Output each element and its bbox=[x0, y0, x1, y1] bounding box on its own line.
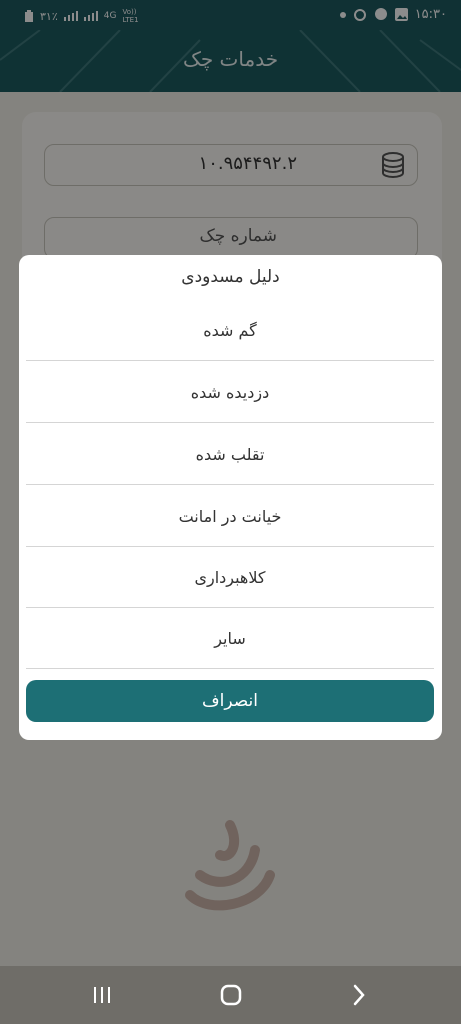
option-other[interactable]: سایر bbox=[26, 608, 434, 669]
option-breach-of-trust[interactable]: خیانت در امانت bbox=[26, 486, 434, 547]
option-fraud[interactable]: تقلب شده bbox=[26, 424, 434, 485]
system-nav-bar bbox=[0, 966, 461, 1024]
nav-home-icon[interactable] bbox=[217, 982, 245, 1008]
nav-recent-icon[interactable] bbox=[88, 982, 116, 1008]
cancel-button[interactable]: انصراف bbox=[26, 680, 434, 722]
nav-back-icon[interactable] bbox=[345, 982, 373, 1008]
option-lost[interactable]: گم شده bbox=[26, 300, 434, 361]
block-reason-dialog: دلیل مسدودی گم شده دزدیده شده تقلب شده خ… bbox=[19, 255, 442, 740]
option-scam[interactable]: کلاهبرداری bbox=[26, 547, 434, 608]
option-stolen[interactable]: دزدیده شده bbox=[26, 362, 434, 423]
dialog-title: دلیل مسدودی bbox=[181, 267, 280, 287]
